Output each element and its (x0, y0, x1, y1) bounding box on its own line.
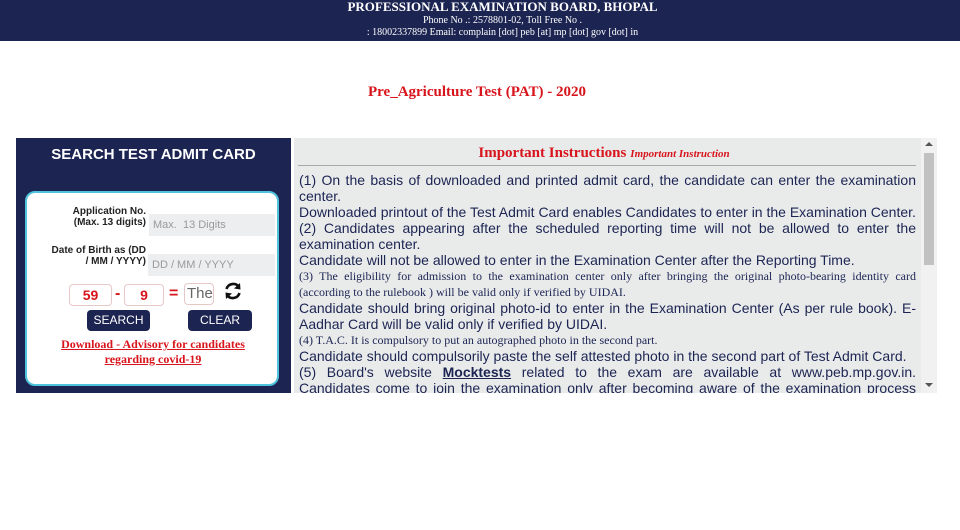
dob-label-line1: Date of Birth as (DD (51, 245, 146, 256)
divider (298, 165, 916, 166)
application-number-input[interactable] (149, 214, 275, 236)
instructions-heading: Important Instructions Important Instruc… (294, 144, 914, 162)
instruction-item: (3) The eligibility for admission to the… (299, 269, 916, 299)
application-label-line2: (Max. 13 digits) (73, 217, 146, 228)
captcha-number-1: 59 (69, 284, 112, 306)
dob-label-line2: / MM / YYYY) (85, 256, 146, 267)
instructions-body: (1) On the basis of downloaded and print… (299, 172, 916, 393)
dob-label: Date of Birth as (DD / MM / YYYY) (37, 245, 146, 267)
instruction-item: Candidate should bring original photo-id… (299, 300, 916, 332)
admit-card-form: Application No. (Max. 13 digits) Date of… (25, 191, 279, 386)
captcha-equals: = (169, 285, 179, 302)
site-header: PROFESSIONAL EXAMINATION BOARD, BHOPAL P… (0, 0, 960, 41)
org-name: PROFESSIONAL EXAMINATION BOARD, BHOPAL (347, 0, 658, 14)
exam-title: Pre_Agriculture Test (PAT) - 2020 (367, 84, 587, 100)
instruction-item-5: (5) Board's website Mocktests related to… (299, 364, 916, 393)
instructions-panel: Important Instructions Important Instruc… (294, 138, 937, 393)
captcha-answer-input[interactable]: The (184, 283, 214, 305)
instruction-item: (4) T.A.C. It is compulsory to put an au… (299, 333, 658, 347)
instruction-item: Candidate should compulsorily paste the … (299, 348, 907, 364)
email-line: : 18002337899 Email: complain [dot] peb … (366, 27, 639, 38)
dob-input[interactable] (148, 254, 275, 276)
instruction-item: Candidate will not be allowed to enter i… (299, 252, 855, 268)
captcha-number-2: 9 (124, 284, 164, 306)
search-button[interactable]: SEARCH (87, 310, 150, 331)
application-label-line1: Application No. (72, 206, 146, 217)
refresh-icon[interactable] (223, 281, 243, 301)
instructions-subtitle: Important Instruction (630, 148, 730, 160)
instruction-item: (1) On the basis of downloaded and print… (299, 172, 916, 204)
mocktests-link[interactable]: Mocktests (443, 364, 511, 380)
scroll-thumb[interactable] (924, 153, 934, 265)
item5-prefix: (5) Board's website (299, 364, 443, 380)
clear-button[interactable]: CLEAR (188, 310, 252, 331)
captcha-minus: - (115, 285, 121, 302)
application-label: Application No. (Max. 13 digits) (37, 206, 146, 228)
search-panel-heading: SEARCH TEST ADMIT CARD (51, 146, 256, 163)
covid-advisory-link[interactable]: Download - Advisory for candidates regar… (42, 337, 264, 367)
instruction-item: Downloaded printout of the Test Admit Ca… (299, 204, 916, 220)
phone-line: Phone No .: 2578801-02, Toll Free No . (422, 15, 583, 26)
instruction-item: (2) Candidates appearing after the sched… (299, 220, 916, 252)
scroll-down-arrow-icon[interactable] (925, 383, 933, 387)
search-panel: SEARCH TEST ADMIT CARD Application No. (… (16, 138, 291, 393)
scrollbar[interactable] (921, 138, 937, 393)
scroll-up-arrow-icon[interactable] (925, 142, 933, 146)
instructions-title: Important Instructions (478, 145, 627, 161)
